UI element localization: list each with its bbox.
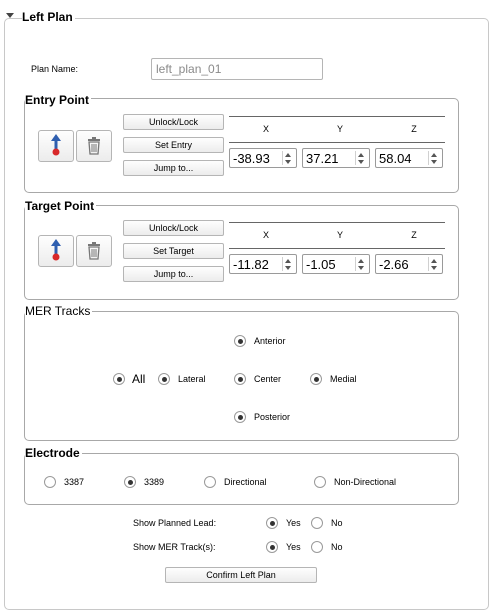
set-entry-button[interactable]: Set Entry xyxy=(123,137,224,153)
show-mer-tracks-no-label: No xyxy=(331,542,343,552)
set-target-button[interactable]: Set Target xyxy=(123,243,224,259)
show-planned-lead-yes-label: Yes xyxy=(286,518,301,528)
panel-title: Left Plan xyxy=(22,10,75,24)
target-jump-to-button[interactable]: Jump to... xyxy=(123,266,224,282)
entry-header-top-line xyxy=(229,116,445,117)
electrode-non-directional-label: Non-Directional xyxy=(334,477,397,487)
stepper-icon[interactable] xyxy=(428,151,440,165)
electrode-non-directional-radio[interactable] xyxy=(314,476,326,488)
plan-name-label: Plan Name: xyxy=(31,64,79,74)
arrow-point-icon xyxy=(51,239,61,261)
mer-anterior-radio[interactable] xyxy=(234,335,246,347)
target-y-value: -1.05 xyxy=(306,257,336,272)
entry-header-bottom-line xyxy=(229,142,445,143)
stepper-icon[interactable] xyxy=(428,257,440,271)
mer-medial-label: Medial xyxy=(330,374,357,384)
mer-posterior-label: Posterior xyxy=(254,412,291,422)
entry-point-title: Entry Point xyxy=(25,93,92,107)
mer-posterior-radio[interactable] xyxy=(234,411,246,423)
electrode-directional-label: Directional xyxy=(224,477,267,487)
target-x-value: -11.82 xyxy=(233,257,269,272)
target-z-spinbox[interactable]: -2.66 xyxy=(375,254,443,274)
mer-center-label: Center xyxy=(254,374,282,384)
entry-z-spinbox[interactable]: 58.04 xyxy=(375,148,443,168)
mer-tracks-title: MER Tracks xyxy=(25,304,93,318)
target-header-bottom-line xyxy=(229,248,445,249)
confirm-left-plan-button[interactable]: Confirm Left Plan xyxy=(165,567,317,583)
show-mer-tracks-no-radio[interactable] xyxy=(311,541,323,553)
entry-unlock-lock-button[interactable]: Unlock/Lock xyxy=(123,114,224,130)
entry-header-x: X xyxy=(262,124,269,134)
trash-icon xyxy=(88,137,100,155)
stepper-icon[interactable] xyxy=(282,151,294,165)
stepper-icon[interactable] xyxy=(282,257,294,271)
entry-header-z: Z xyxy=(411,124,417,134)
entry-x-spinbox[interactable]: -38.93 xyxy=(229,148,297,168)
target-delete-button[interactable] xyxy=(76,235,112,267)
target-unlock-lock-button[interactable]: Unlock/Lock xyxy=(123,220,224,236)
show-mer-tracks-label: Show MER Track(s): xyxy=(133,542,216,552)
show-planned-lead-no-label: No xyxy=(331,518,343,528)
entry-place-point-button[interactable] xyxy=(38,130,74,162)
mer-center-radio[interactable] xyxy=(234,373,246,385)
arrow-point-icon xyxy=(51,134,61,156)
electrode-3389-radio[interactable] xyxy=(124,476,136,488)
electrode-directional-radio[interactable] xyxy=(204,476,216,488)
trash-icon xyxy=(88,242,100,260)
show-mer-tracks-yes-radio[interactable] xyxy=(266,541,278,553)
target-point-title: Target Point xyxy=(25,199,97,213)
target-header-y: Y xyxy=(336,230,343,240)
target-header-z: Z xyxy=(411,230,417,240)
plan-name-field[interactable]: left_plan_01 xyxy=(151,58,323,80)
entry-z-value: 58.04 xyxy=(379,151,412,166)
mer-lateral-label: Lateral xyxy=(178,374,206,384)
show-mer-tracks-yes-label: Yes xyxy=(286,542,301,552)
target-z-value: -2.66 xyxy=(379,257,409,272)
target-y-spinbox[interactable]: -1.05 xyxy=(302,254,370,274)
target-header-top-line xyxy=(229,222,445,223)
stepper-icon[interactable] xyxy=(355,257,367,271)
show-planned-lead-no-radio[interactable] xyxy=(311,517,323,529)
entry-delete-button[interactable] xyxy=(76,130,112,162)
stepper-icon[interactable] xyxy=(355,151,367,165)
entry-y-value: 37.21 xyxy=(306,151,339,166)
electrode-title: Electrode xyxy=(25,446,82,460)
mer-medial-radio[interactable] xyxy=(310,373,322,385)
mer-lateral-radio[interactable] xyxy=(158,373,170,385)
electrode-3387-radio[interactable] xyxy=(44,476,56,488)
mer-all-label: All xyxy=(132,372,146,386)
mer-anterior-label: Anterior xyxy=(254,336,286,346)
electrode-3389-label: 3389 xyxy=(144,477,165,487)
entry-jump-to-button[interactable]: Jump to... xyxy=(123,160,224,176)
mer-all-radio[interactable] xyxy=(113,373,125,385)
target-header-x: X xyxy=(262,230,269,240)
target-x-spinbox[interactable]: -11.82 xyxy=(229,254,297,274)
target-place-point-button[interactable] xyxy=(38,235,74,267)
entry-y-spinbox[interactable]: 37.21 xyxy=(302,148,370,168)
show-planned-lead-yes-radio[interactable] xyxy=(266,517,278,529)
entry-header-y: Y xyxy=(336,124,343,134)
entry-x-value: -38.93 xyxy=(233,151,270,166)
show-planned-lead-label: Show Planned Lead: xyxy=(133,518,217,528)
electrode-3387-label: 3387 xyxy=(64,477,85,487)
